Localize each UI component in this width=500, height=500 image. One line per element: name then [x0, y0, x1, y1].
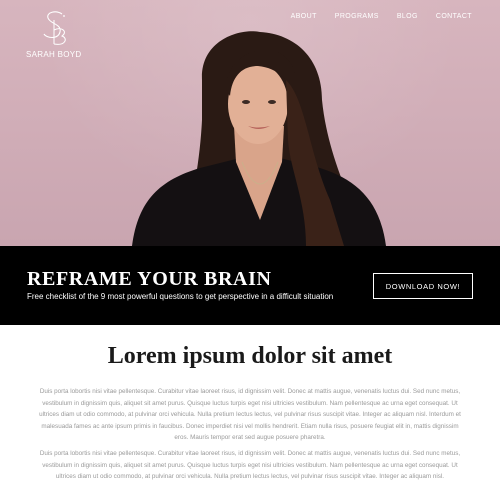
- nav-blog[interactable]: BLOG: [397, 13, 418, 20]
- hero-section: SARAH BOYD ABOUT PROGRAMS BLOG CONTACT: [0, 0, 500, 246]
- sb-monogram-icon: [43, 11, 66, 45]
- content-paragraph: Duis porta lobortis nisi vitae pellentes…: [39, 388, 461, 441]
- nav-contact[interactable]: CONTACT: [436, 13, 472, 20]
- banner-title: REFRAME YOUR BRAIN: [27, 268, 272, 290]
- logo-name: SARAH BOYD: [26, 50, 82, 59]
- portrait-photo: [132, 31, 386, 246]
- banner-subtitle: Free checklist of the 9 most powerful qu…: [27, 292, 334, 301]
- nav-programs[interactable]: PROGRAMS: [335, 13, 379, 20]
- download-now-button[interactable]: DOWNLOAD NOW!: [373, 273, 473, 299]
- site-logo[interactable]: SARAH BOYD: [26, 8, 96, 60]
- main-nav: ABOUT PROGRAMS BLOG CONTACT: [291, 13, 472, 20]
- content-paragraph: Duis porta lobortis nisi vitae pellentes…: [39, 450, 461, 480]
- content-title: Lorem ipsum dolor sit amet: [107, 343, 393, 369]
- nav-about[interactable]: ABOUT: [291, 13, 317, 20]
